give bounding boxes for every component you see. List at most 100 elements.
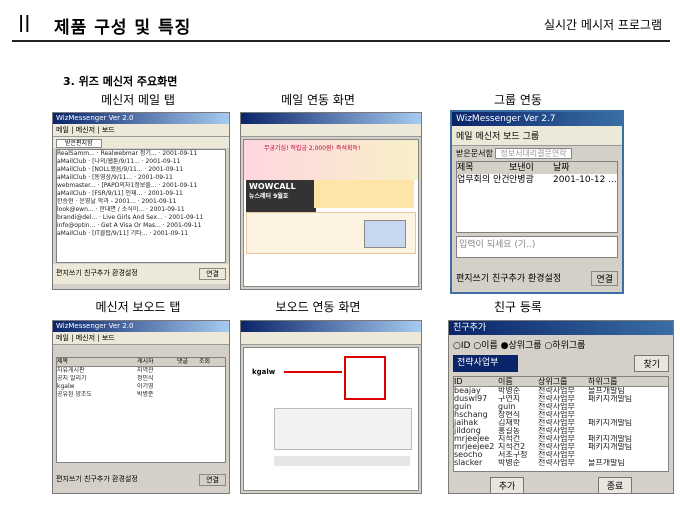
- tab-board[interactable]: 보드: [503, 132, 520, 142]
- compose-button[interactable]: 편지쓰기: [456, 274, 489, 284]
- option-parent-group[interactable]: 상위그룹: [508, 341, 541, 351]
- tab-board[interactable]: 보드: [102, 334, 115, 342]
- inbox-radio[interactable]: 받은문서함: [456, 149, 493, 158]
- search-options: ○ID ○이름 ●상위그룹 ○하위그룹: [453, 341, 586, 351]
- tab-bar: 메일 메신저 보드 그룹: [452, 126, 622, 146]
- board-row[interactable]: 자유게시판 지역관: [57, 367, 225, 375]
- board-row[interactable]: 공유된 양조도 박병준: [57, 391, 225, 399]
- tab-bar: 메일 | 메신저 | 보드: [53, 332, 229, 345]
- list-header: ID 이름 상위그룹 하위그룹: [454, 377, 668, 387]
- window-footer: 편지쓰기 친구추가 환경설정 연결: [452, 261, 622, 286]
- board-browser-window: kgalw: [240, 320, 422, 494]
- friend-list: ID 이름 상위그룹 하위그룹 beajay 박병준 전략사업부 몰프개발팀 duswl97…: [453, 376, 669, 472]
- friend-row[interactable]: beajay 박병준 전략사업부 몰프개발팀: [454, 387, 668, 395]
- mail-row[interactable]: 한승현 · 운영날 학과 - 2001... · 2001-09-11: [57, 198, 225, 206]
- mail-row[interactable]: aMailClub · [동영상/9/11... · 2001-09-11: [57, 174, 225, 182]
- window-titlebar: WizMessenger Ver 2.0: [53, 113, 229, 124]
- window-titlebar: WizMessenger Ver 2.7: [452, 112, 622, 126]
- tab-board[interactable]: 보드: [102, 126, 115, 134]
- mail-row[interactable]: webmaster... · [PAPD의자1정보를... · 2001-09-…: [57, 182, 225, 190]
- friend-row[interactable]: duswl97 구연지 전략사업부 패키지개발팀: [454, 395, 668, 403]
- mail-tab-window: WizMessenger Ver 2.0 메일 | 메신저 | 보드 받은편지함…: [52, 112, 230, 290]
- search-button[interactable]: 찾기: [634, 355, 669, 372]
- window-titlebar: WizMessenger Ver 2.0: [53, 321, 229, 332]
- caption-friend: 친구 등록: [494, 300, 542, 314]
- mail-row[interactable]: info@optin... · Get A Visa Or Mas... · 2…: [57, 222, 225, 230]
- friend-row[interactable]: mrjeejee 지석건 전략사업부 패키지개발팀: [454, 435, 668, 443]
- tab-mail[interactable]: 메일: [56, 126, 69, 134]
- option-name[interactable]: 이름: [481, 341, 498, 351]
- add-friend-button[interactable]: 친구추가: [84, 269, 110, 277]
- settings-button[interactable]: 환경설정: [528, 274, 561, 284]
- connect-status[interactable]: 연결: [591, 271, 618, 286]
- browser-toolbar: [241, 124, 421, 137]
- board-row[interactable]: 공지 알리기 정민식: [57, 375, 225, 383]
- promo-image: [314, 180, 414, 208]
- mail-row[interactable]: brandi@del... · Live Girls And Sex... · …: [57, 214, 225, 222]
- message-input[interactable]: 입력이 되세요 (기..): [456, 236, 618, 258]
- option-id[interactable]: ID: [461, 341, 471, 351]
- add-friend-button[interactable]: 친구추가: [84, 475, 110, 483]
- caption-board-link: 보오드 연동 화면: [275, 300, 361, 314]
- friend-row[interactable]: slacker 박병준 전략사업부 몰프개발팀: [454, 459, 668, 467]
- caption-mail-link: 메일 연동 화면: [281, 93, 355, 107]
- board-item-label: kgalw: [252, 368, 276, 376]
- list-header: 제목 게시자 댓글 조회: [57, 358, 225, 367]
- newsletter-brand: WOWCALL 뉴스레터 9월호: [246, 180, 316, 212]
- section-title: 3. 위즈 메신저 주요화면: [63, 75, 178, 88]
- mail-row[interactable]: aMailClub · [IT클럽/9/11] 기타... · 2001-09-…: [57, 230, 225, 238]
- mail-row[interactable]: RealSamm... · Realwebmar 정기... · 2001-09…: [57, 150, 225, 158]
- add-button[interactable]: 추가: [489, 477, 525, 493]
- group-window: WizMessenger Ver 2.7 메일 메신저 보드 그룹 받은문서함 …: [450, 110, 624, 294]
- header-bars: ||: [18, 13, 31, 33]
- board-page: kgalw: [243, 347, 419, 491]
- add-friend-button[interactable]: 친구추가: [492, 274, 525, 284]
- group-mail-list: 제목 보낸이 날짜 업무회의 안건 안병광 2001-10-12 ...: [456, 161, 618, 233]
- friend-row[interactable]: seocho 서초구청 전략사업부: [454, 451, 668, 459]
- tab-group[interactable]: 그룹: [523, 132, 540, 142]
- arrow-indicator: [284, 371, 342, 373]
- dialog-buttons: 추가 종료: [449, 475, 673, 493]
- friend-row[interactable]: hschang 장현식 전략사업부: [454, 411, 668, 419]
- window-footer: 편지쓰기 친구추가 환경설정 연결: [53, 464, 229, 486]
- friend-add-window: 친구추가 ○ID ○이름 ●상위그룹 ○하위그룹 전략사업부 찾기 ID 이름 상위…: [448, 320, 674, 494]
- promo-banner: 무궁기심! 적립금 2,000원! 즉석획득!: [244, 140, 418, 180]
- board-row[interactable]: kgalw 이기영: [57, 383, 225, 391]
- compose-button[interactable]: 편지쓰기: [56, 269, 82, 277]
- board-table: [274, 408, 412, 450]
- mail-row[interactable]: look@ewn... · 한대면 / 소식이... · 2001-09-11: [57, 206, 225, 214]
- board-list: 제목 게시자 댓글 조회 자유게시판 지역관 공지 알리기 정민식 kgalw 이기영…: [56, 357, 226, 463]
- mailbox-select[interactable]: 받은편지함: [56, 139, 102, 148]
- connect-status[interactable]: 연결: [199, 268, 226, 280]
- tab-messenger[interactable]: 메신저: [76, 334, 95, 342]
- mail-row[interactable]: aMailClub · [NOLL했음/9/11... · 2001-09-11: [57, 166, 225, 174]
- group-select-row: 전략사업부 찾기: [449, 354, 673, 373]
- friend-row[interactable]: jaihak 김재학 전략사업부 패키지개발팀: [454, 419, 668, 427]
- caption-board-tab: 메신저 보오드 탭: [95, 300, 181, 314]
- friend-row[interactable]: jildong 홍길동 전략사업부: [454, 427, 668, 435]
- compose-button[interactable]: 편지쓰기: [56, 475, 82, 483]
- settings-button[interactable]: 환경설정: [112, 269, 138, 277]
- friend-row[interactable]: guin guin 전략사업부: [454, 403, 668, 411]
- friend-row[interactable]: mrjeejee2 지석건2 전략사업부 패키지개발팀: [454, 443, 668, 451]
- mail-row[interactable]: aMailClub · [FSR/9/11] 인재... · 2001-09-1…: [57, 190, 225, 198]
- option-sub-group[interactable]: 하위그룹: [552, 341, 585, 351]
- tab-mail[interactable]: 메일: [456, 132, 473, 142]
- page-title: 제품 구성 및 특징: [54, 18, 192, 38]
- tab-messenger[interactable]: 메신저: [76, 126, 95, 134]
- tab-mail[interactable]: 메일: [56, 334, 69, 342]
- browser-titlebar: [241, 113, 421, 124]
- window-footer: 편지쓰기 친구추가 환경설정 연결: [53, 264, 229, 284]
- settings-button[interactable]: 환경설정: [112, 475, 138, 483]
- connect-status[interactable]: 연결: [199, 474, 226, 486]
- group-mail-row[interactable]: 업무회의 안건 안병광 2001-10-12 ...: [457, 174, 617, 186]
- caption-group: 그룹 연동: [494, 93, 542, 107]
- tab-bar: 메일 | 메신저 | 보드: [53, 124, 229, 137]
- mail-row[interactable]: aMailClub · [나의/웹툰/9/11... · 2001-09-11: [57, 158, 225, 166]
- board-tab-window: WizMessenger Ver 2.0 메일 | 메신저 | 보드 제목 게시…: [52, 320, 230, 494]
- tab-messenger[interactable]: 메신저: [475, 132, 500, 142]
- browser-titlebar: [241, 321, 421, 332]
- group-dropdown[interactable]: 전략사업부: [453, 355, 519, 372]
- close-button[interactable]: 종료: [597, 477, 633, 493]
- group-select[interactable]: 정보서대리결문연락: [495, 148, 572, 159]
